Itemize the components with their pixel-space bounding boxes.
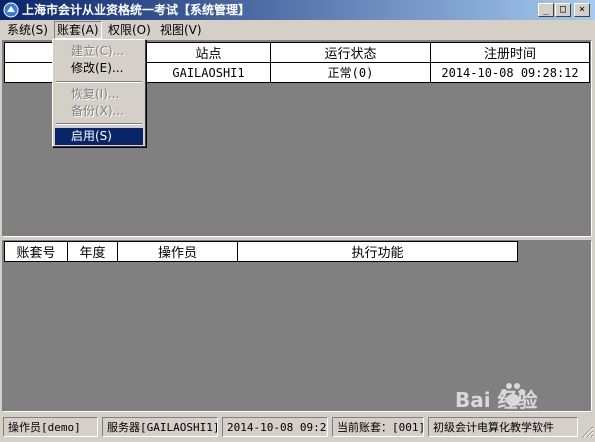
menu-bar: 系统(S) 账套(A) 权限(O) 视图(V) — [0, 20, 595, 40]
column-header-operator[interactable]: 操作员 — [117, 241, 238, 262]
column-header-account-no[interactable]: 账套号 — [4, 241, 68, 262]
baidu-watermark: Bai 经验 — [455, 380, 575, 414]
status-bar: 操作员[demo] 服务器[GAILAOSHI1] 2014-10-08 09:… — [0, 414, 595, 440]
close-button[interactable]: × — [574, 3, 590, 17]
column-header-status[interactable]: 运行状态 — [270, 42, 431, 63]
status-datetime: 2014-10-08 09:28 — [222, 417, 328, 437]
watermark-text: Bai 经验 — [455, 388, 538, 412]
maximize-button[interactable]: □ — [555, 3, 571, 17]
menu-item-enable[interactable]: 启用(S) — [55, 128, 143, 145]
column-header-register-time[interactable]: 注册时间 — [430, 42, 590, 63]
cell-site: GAILAOSHI1 — [146, 62, 271, 83]
menu-permission[interactable]: 权限(O) — [106, 21, 153, 39]
menu-separator — [56, 123, 142, 125]
menu-item-restore[interactable]: 恢复(I)... — [55, 86, 143, 103]
column-header-year[interactable]: 年度 — [67, 241, 118, 262]
minimize-button[interactable]: _ — [538, 3, 554, 17]
status-operator: 操作员[demo] — [3, 417, 98, 437]
cell-status: 正常(0) — [270, 62, 431, 83]
menu-system[interactable]: 系统(S) — [5, 21, 50, 39]
menu-item-modify[interactable]: 修改(E)... — [55, 60, 143, 77]
operations-table-header: 账套号 年度 操作员 执行功能 — [4, 241, 518, 262]
window-title: 上海市会计从业资格统一考试【系统管理】 — [22, 3, 251, 17]
account-menu-dropdown: 建立(C)... 修改(E)... 恢复(I)... 备份(X)... 启用(S… — [52, 39, 146, 147]
resize-grip-icon[interactable] — [582, 426, 594, 438]
app-logo-icon — [3, 2, 19, 18]
menu-item-create[interactable]: 建立(C)... — [55, 43, 143, 60]
status-server: 服务器[GAILAOSHI1] — [102, 417, 218, 437]
menu-separator — [56, 81, 142, 83]
status-product: 初级会计电算化教学软件 — [428, 417, 578, 437]
title-bar[interactable]: 上海市会计从业资格统一考试【系统管理】 _ □ × — [0, 0, 595, 20]
status-current-account: 当前账套：[001] — [332, 417, 424, 437]
app-window: 上海市会计从业资格统一考试【系统管理】 _ □ × 系统(S) 账套(A) 权限… — [0, 0, 595, 442]
operations-table: 账套号 年度 操作员 执行功能 — [4, 241, 518, 262]
menu-item-backup[interactable]: 备份(X)... — [55, 103, 143, 120]
column-header-function[interactable]: 执行功能 — [237, 241, 518, 262]
column-header-site[interactable]: 站点 — [146, 42, 271, 63]
menu-account[interactable]: 账套(A) — [54, 21, 102, 39]
menu-view[interactable]: 视图(V) — [158, 21, 204, 39]
cell-register-time: 2014-10-08 09:28:12 — [430, 62, 590, 83]
